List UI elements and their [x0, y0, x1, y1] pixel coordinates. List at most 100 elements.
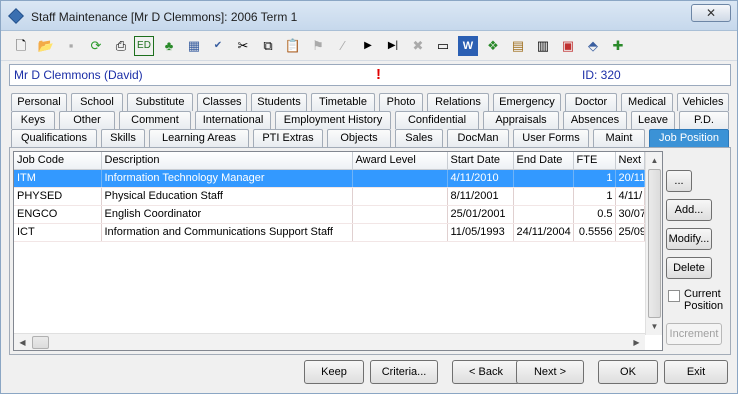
column-header-award-level[interactable]: Award Level [352, 152, 448, 170]
open-folder-icon[interactable]: 📂 [36, 36, 56, 56]
tab-job-position[interactable]: Job Position [649, 129, 729, 147]
tab-appraisals[interactable]: Appraisals [483, 111, 559, 129]
delete-icon[interactable]: ✖ [408, 36, 428, 56]
tab-employment-history[interactable]: Employment History [275, 111, 391, 129]
tab-learning-areas[interactable]: Learning Areas [149, 129, 249, 147]
horizontal-scrollbar[interactable]: ◀ ▶ [14, 333, 645, 350]
cell-description: Information Technology Manager [101, 169, 353, 188]
add-document-icon[interactable]: ✚ [608, 36, 628, 56]
cut-icon[interactable]: ✂ [233, 36, 253, 56]
line-icon[interactable]: ⁄ [333, 36, 353, 56]
column-header-end-date[interactable]: End Date [513, 152, 574, 170]
staff-maintenance-window: Staff Maintenance [Mr D Clemmons]: 2006 … [0, 0, 738, 394]
tab-emergency[interactable]: Emergency [493, 93, 561, 111]
column-header-description[interactable]: Description [101, 152, 353, 170]
cell-start-date: 4/11/2010 [447, 169, 514, 188]
tab-docman[interactable]: DocMan [447, 129, 509, 147]
save-icon[interactable]: ▪ [61, 36, 81, 56]
tab-skills[interactable]: Skills [101, 129, 145, 147]
tab-maint[interactable]: Maint [593, 129, 645, 147]
criteria-button[interactable]: Criteria... [370, 360, 438, 384]
keep-button[interactable]: Keep [304, 360, 364, 384]
card-icon[interactable]: ▭ [433, 36, 453, 56]
tree-icon[interactable]: ♣ [159, 36, 179, 56]
word-icon[interactable]: W [458, 36, 478, 56]
more-button[interactable]: ... [666, 170, 692, 192]
table-row[interactable]: ENGCO English Coordinator 25/01/2001 0.5… [14, 205, 645, 224]
tab-relations[interactable]: Relations [427, 93, 489, 111]
horizontal-scroll-thumb[interactable] [32, 336, 49, 349]
new-document-icon[interactable]: 🗋 [11, 36, 31, 56]
calendar-icon[interactable]: ▥ [533, 36, 553, 56]
refresh-icon[interactable]: ⟳ [86, 36, 106, 56]
play-icon[interactable]: ▶ [358, 36, 378, 56]
tab-classes[interactable]: Classes [197, 93, 247, 111]
exit-button[interactable]: Exit [664, 360, 728, 384]
next-end-icon[interactable]: ▶| [383, 36, 403, 56]
cell-next: 30/07 [615, 205, 645, 224]
print-icon[interactable]: ⎙ [111, 36, 131, 56]
table-row[interactable]: ICT Information and Communications Suppo… [14, 223, 645, 242]
tab-doctor[interactable]: Doctor [565, 93, 617, 111]
tab-students[interactable]: Students [251, 93, 307, 111]
tab-leave[interactable]: Leave [631, 111, 675, 129]
cell-award-level [352, 187, 448, 206]
tab-qualifications[interactable]: Qualifications [11, 129, 97, 147]
delete-button[interactable]: Delete [666, 257, 712, 279]
scroll-left-icon[interactable]: ◀ [14, 334, 31, 351]
next-button[interactable]: Next > [516, 360, 584, 384]
scroll-down-icon[interactable]: ▼ [646, 318, 663, 335]
tab-objects[interactable]: Objects [327, 129, 391, 147]
tab-keys[interactable]: Keys [11, 111, 55, 129]
close-button[interactable]: ✕ [691, 4, 731, 22]
tab-user-forms[interactable]: User Forms [513, 129, 589, 147]
excel-icon[interactable]: ❖ [483, 36, 503, 56]
calendar-delete-icon[interactable]: ▣ [558, 36, 578, 56]
column-header-job-code[interactable]: Job Code [14, 152, 102, 170]
column-header-start-date[interactable]: Start Date [447, 152, 514, 170]
tab-pti-extras[interactable]: PTI Extras [253, 129, 323, 147]
flag-icon[interactable]: ⚑ [308, 36, 328, 56]
tab-medical[interactable]: Medical [621, 93, 673, 111]
tag-icon[interactable]: ⬘ [583, 36, 603, 56]
tab-pd[interactable]: P.D. [679, 111, 729, 129]
title-bar: Staff Maintenance [Mr D Clemmons]: 2006 … [1, 1, 737, 31]
tab-personal[interactable]: Personal [11, 93, 67, 111]
scroll-up-icon[interactable]: ▲ [646, 152, 663, 169]
cell-next: 20/11 [615, 169, 645, 188]
tab-absences[interactable]: Absences [563, 111, 627, 129]
column-header-fte[interactable]: FTE [573, 152, 616, 170]
tab-photo[interactable]: Photo [379, 93, 423, 111]
ok-button[interactable]: OK [598, 360, 658, 384]
tab-vehicles[interactable]: Vehicles [677, 93, 729, 111]
table-row[interactable]: PHYSED Physical Education Staff 8/11/200… [14, 187, 645, 206]
tab-substitute[interactable]: Substitute [127, 93, 193, 111]
tab-sales[interactable]: Sales [395, 129, 443, 147]
tab-timetable[interactable]: Timetable [311, 93, 375, 111]
tab-other[interactable]: Other [59, 111, 115, 129]
vertical-scroll-thumb[interactable] [648, 169, 661, 318]
add-button[interactable]: Add... [666, 199, 712, 221]
ed-icon[interactable]: ED [134, 36, 154, 56]
cell-fte: 0.5 [573, 205, 616, 224]
table-row[interactable]: ITM Information Technology Manager 4/11/… [14, 169, 645, 188]
modify-button[interactable]: Modify... [666, 228, 712, 250]
cell-fte: 0.5556 [573, 223, 616, 242]
back-button[interactable]: < Back [452, 360, 520, 384]
tab-confidential[interactable]: Confidential [395, 111, 479, 129]
alert-icon[interactable]: ! [376, 66, 381, 83]
vertical-scrollbar[interactable]: ▲ ▼ [645, 152, 662, 335]
increment-button[interactable]: Increment [666, 323, 722, 345]
scroll-right-icon[interactable]: ▶ [628, 334, 645, 351]
spellcheck-icon[interactable]: ✔ [208, 36, 228, 56]
copy-icon[interactable]: ⧉ [258, 36, 278, 56]
current-position-checkbox[interactable] [668, 290, 680, 302]
column-header-next[interactable]: Next [615, 152, 645, 170]
tab-international[interactable]: International [195, 111, 271, 129]
tab-school[interactable]: School [71, 93, 123, 111]
calculator-icon[interactable]: ▦ [184, 36, 204, 56]
cell-end-date [513, 169, 574, 188]
tab-comment[interactable]: Comment [119, 111, 191, 129]
paste-icon[interactable]: 📋 [283, 36, 303, 56]
clipboard-icon[interactable]: ▤ [508, 36, 528, 56]
